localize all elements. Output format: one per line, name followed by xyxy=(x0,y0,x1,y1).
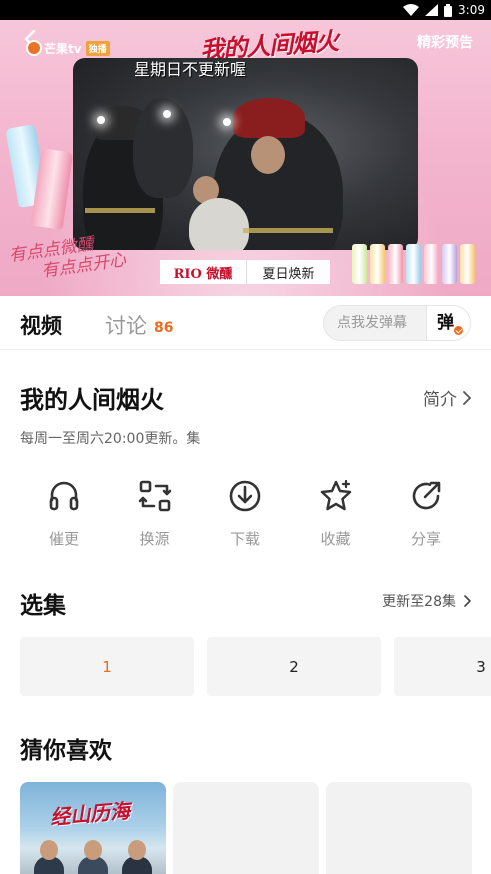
tab-discuss[interactable]: 讨论 xyxy=(105,310,147,340)
action-favorite[interactable]: 收藏 xyxy=(291,478,381,549)
status-icons: 3:09 xyxy=(403,2,485,18)
action-label: 下载 xyxy=(229,530,260,548)
episode-item[interactable]: 2 xyxy=(207,637,381,696)
exclusive-badge: 独播 xyxy=(85,40,110,56)
download-icon xyxy=(229,480,261,512)
wifi-icon xyxy=(403,4,420,16)
chevron-right-icon xyxy=(463,390,471,405)
action-label: 催更 xyxy=(48,530,79,548)
action-label: 换源 xyxy=(139,530,170,548)
update-schedule: 每周一至周六20:00更新。集 xyxy=(20,431,201,447)
chevron-right-icon xyxy=(464,595,471,607)
helmet-lamp xyxy=(97,116,105,124)
action-label: 分享 xyxy=(410,530,441,548)
intro-label: 简介 xyxy=(423,390,457,410)
reflective-stripe xyxy=(85,208,155,213)
episode-item[interactable]: 1 xyxy=(20,637,194,696)
poster-actor-head xyxy=(84,840,102,860)
video-helmet xyxy=(233,98,305,138)
video-subtitle: 星期日不更新喔 xyxy=(134,60,247,79)
drink-can xyxy=(388,244,403,284)
show-title: 我的人间烟火 xyxy=(20,386,164,414)
discuss-count-badge: 86 xyxy=(154,320,174,336)
reflective-stripe xyxy=(243,228,333,233)
video-face xyxy=(251,136,285,174)
action-urge-update[interactable]: 催更 xyxy=(19,478,109,549)
logo-mark-icon xyxy=(26,40,42,56)
recommend-card[interactable] xyxy=(326,782,472,874)
drink-can xyxy=(370,244,385,284)
poster-actor xyxy=(34,840,64,874)
tabs-bar: 视频 讨论 86 点我发弹幕 弹 xyxy=(0,296,491,350)
danmaku-input[interactable]: 点我发弹幕 xyxy=(323,305,427,341)
drink-can xyxy=(442,244,457,284)
drink-can xyxy=(406,244,421,284)
poster-actor xyxy=(122,840,152,874)
action-switch-source[interactable]: 换源 xyxy=(110,478,200,549)
video-figure xyxy=(189,198,249,250)
recommend-list: 经山历海 xyxy=(20,782,491,874)
poster-actor-head xyxy=(128,840,146,860)
switch-source-icon xyxy=(138,480,171,512)
status-bar: 3:09 xyxy=(0,0,491,20)
status-time: 3:09 xyxy=(458,3,485,17)
star-icon xyxy=(320,479,351,511)
video-player[interactable]: 芒果tv 独播 我的人间烟火 精彩预告 星期日不更新喔 有点点微醺 有点点开心 … xyxy=(0,20,491,296)
episodes-update-text: 更新至28集 xyxy=(382,594,456,610)
action-label: 收藏 xyxy=(320,530,351,548)
share-icon xyxy=(412,481,441,510)
poster-actor xyxy=(78,840,108,874)
poster-actor-head xyxy=(40,840,58,860)
recommend-card[interactable]: 经山历海 xyxy=(20,782,166,874)
episodes-heading: 选集 xyxy=(20,593,66,619)
intro-link[interactable]: 简介 xyxy=(423,385,471,410)
episode-list: 1 2 3 xyxy=(20,637,491,696)
helmet-lamp xyxy=(163,110,171,118)
danmaku-toggle-label: 弹 xyxy=(437,313,454,333)
drink-can-row xyxy=(352,244,475,284)
episodes-update-link[interactable]: 更新至28集 xyxy=(382,591,471,611)
action-download[interactable]: 下载 xyxy=(200,478,290,549)
drink-can xyxy=(424,244,439,284)
logo-text: 芒果tv xyxy=(44,41,82,56)
tab-video[interactable]: 视频 xyxy=(20,310,62,340)
preview-label[interactable]: 精彩预告 xyxy=(417,32,473,52)
drink-can xyxy=(352,244,367,284)
danmaku-toggle-button[interactable]: 弹 xyxy=(426,305,471,341)
video-frame xyxy=(73,58,418,250)
check-badge-icon xyxy=(453,325,464,336)
ad-text: 夏日焕新 xyxy=(246,260,330,284)
action-share[interactable]: 分享 xyxy=(381,478,471,549)
headphones-icon xyxy=(49,481,79,511)
action-bar: 催更 换源 下载 收藏 分享 xyxy=(19,478,471,549)
recommend-heading: 猜你喜欢 xyxy=(20,738,112,764)
poster-title: 经山历海 xyxy=(49,798,132,830)
helmet-lamp xyxy=(223,118,231,126)
episode-item[interactable]: 3 xyxy=(394,637,491,696)
ad-brand: RIO 微醺 xyxy=(160,260,246,284)
drink-can xyxy=(460,244,475,284)
signal-icon xyxy=(425,4,439,16)
ad-banner[interactable]: RIO 微醺 夏日焕新 xyxy=(160,260,330,284)
channel-logo: 芒果tv 独播 xyxy=(26,39,110,57)
battery-icon xyxy=(444,3,453,17)
recommend-card[interactable] xyxy=(173,782,319,874)
